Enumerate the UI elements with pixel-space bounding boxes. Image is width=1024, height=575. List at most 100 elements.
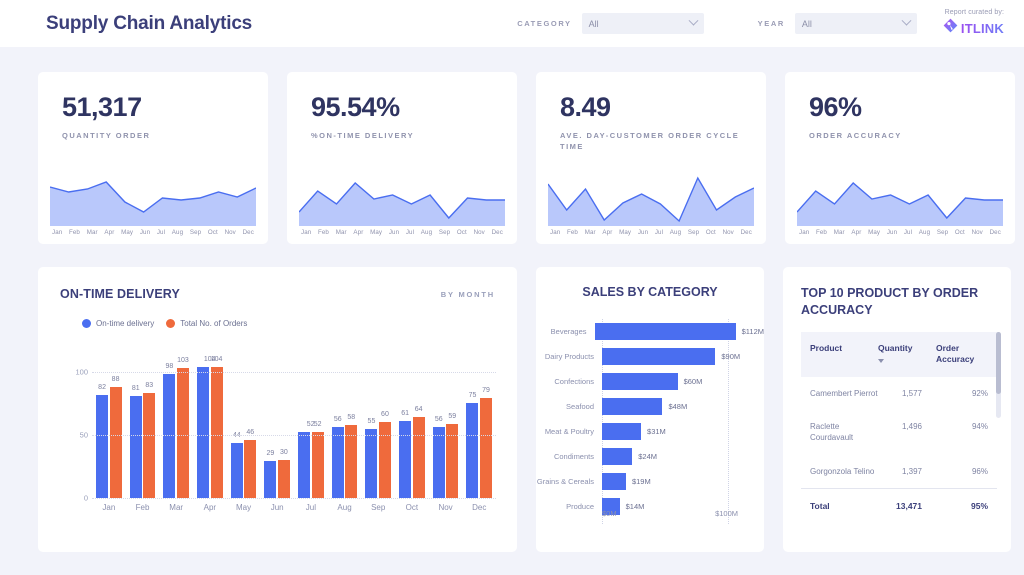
bar-on-time-delivery[interactable]: 52 bbox=[298, 421, 315, 498]
bar-on-time-delivery[interactable]: 29 bbox=[264, 450, 277, 498]
bar-total-orders[interactable]: 88 bbox=[109, 376, 122, 498]
x-tick-label: Aug bbox=[337, 503, 352, 512]
bar-on-time-delivery[interactable]: 55 bbox=[365, 418, 378, 498]
month-label: Apr bbox=[602, 229, 613, 236]
bar-group[interactable]: 29 30 bbox=[260, 353, 294, 498]
sales-category-row[interactable]: Beverages $112M bbox=[536, 319, 764, 344]
category-value-label: $112M bbox=[741, 327, 764, 336]
month-label: Oct bbox=[456, 229, 467, 236]
month-label: Sep bbox=[189, 229, 202, 236]
bar-group[interactable]: 56 58 bbox=[328, 353, 362, 498]
category-label: Confections bbox=[554, 377, 594, 386]
category-bar[interactable] bbox=[602, 423, 642, 440]
sales-category-row[interactable]: Meat & Poultry $31M bbox=[536, 419, 764, 444]
sales-by-category-card: SALES BY CATEGORY Beverages $112M Dairy Pr… bbox=[536, 267, 764, 552]
sparkline-on-time-delivery: Jan Feb Mar Apr May Jun Jul Aug Sep Oct Nov Dec bbox=[299, 170, 505, 236]
month-label: May bbox=[370, 229, 383, 236]
bar-group[interactable]: 55 60 bbox=[361, 353, 395, 498]
table-row[interactable]: Raclette Courdavault 1,496 94% bbox=[801, 410, 997, 454]
bar-value-label: 104 bbox=[210, 355, 223, 363]
bar-total-orders[interactable]: 83 bbox=[143, 382, 156, 498]
bar-group[interactable]: 104 104 bbox=[193, 353, 227, 498]
bar-on-time-delivery[interactable]: 98 bbox=[163, 363, 176, 498]
year-select[interactable]: All bbox=[794, 13, 917, 34]
bar-total-orders[interactable]: 52 bbox=[311, 421, 324, 498]
sparkline-month-labels: Jan Feb Mar Apr May Jun Jul Aug Sep Oct Nov Dec bbox=[797, 226, 1003, 236]
bar-group[interactable]: 44 46 bbox=[227, 353, 261, 498]
bar-total-orders[interactable]: 64 bbox=[412, 406, 425, 498]
table-row[interactable]: Camembert Pierrot 1,577 92% bbox=[801, 377, 997, 410]
legend-item-on-time-delivery[interactable]: On-time delivery bbox=[82, 319, 154, 328]
category-bar[interactable] bbox=[602, 448, 633, 465]
table-scrollbar-thumb[interactable] bbox=[996, 332, 1001, 394]
category-bar[interactable] bbox=[602, 373, 678, 390]
bar-on-time-delivery[interactable]: 75 bbox=[466, 392, 479, 498]
table-row[interactable]: Gorgonzola Telino 1,397 96% bbox=[801, 455, 997, 488]
bar-on-time-delivery[interactable]: 61 bbox=[399, 410, 412, 498]
bar-group[interactable]: 82 88 bbox=[92, 353, 126, 498]
product-cell: Gorgonzola Telino bbox=[810, 466, 875, 476]
column-header-quantity[interactable]: Quantity bbox=[878, 343, 936, 366]
bar-group[interactable]: 61 64 bbox=[395, 353, 429, 498]
bar-total-orders[interactable]: 46 bbox=[244, 429, 257, 498]
sales-category-row[interactable]: Dairy Products $90M bbox=[536, 344, 764, 369]
month-label: Jun bbox=[139, 229, 151, 236]
bar-on-time-delivery[interactable]: 56 bbox=[432, 416, 445, 498]
category-bar[interactable] bbox=[602, 398, 663, 415]
bar-total-orders[interactable]: 103 bbox=[176, 357, 189, 498]
bar-on-time-delivery[interactable]: 44 bbox=[230, 432, 243, 498]
bar-group[interactable]: 81 83 bbox=[126, 353, 160, 498]
kpi-label: ORDER ACCURACY bbox=[809, 131, 902, 140]
bar-total-orders[interactable]: 60 bbox=[378, 411, 391, 498]
column-header-order-accuracy[interactable]: Order Accuracy bbox=[936, 343, 988, 366]
accuracy-cell: 96% bbox=[971, 466, 988, 476]
x-tick-label: May bbox=[235, 503, 252, 512]
bar-on-time-delivery[interactable]: 104 bbox=[197, 356, 216, 498]
category-label: Dairy Products bbox=[544, 352, 594, 361]
bar-value-label: 83 bbox=[145, 382, 154, 390]
kpi-label: %ON-TIME DELIVERY bbox=[311, 131, 415, 140]
app-header: Supply Chain Analytics CATEGORY All YEAR… bbox=[0, 0, 1024, 47]
month-label: Feb bbox=[567, 229, 578, 236]
month-label: Jul bbox=[654, 229, 664, 236]
month-label: Jan bbox=[550, 229, 561, 236]
category-select[interactable]: All bbox=[581, 13, 704, 34]
sales-category-row[interactable]: Seafood $48M bbox=[536, 394, 764, 419]
bar-on-time-delivery[interactable]: 56 bbox=[331, 416, 344, 498]
category-bar[interactable] bbox=[602, 473, 626, 490]
sort-descending-caret-icon[interactable] bbox=[878, 359, 884, 364]
legend-item-total-orders[interactable]: Total No. of Orders bbox=[166, 319, 247, 328]
bar-group[interactable]: 52 52 bbox=[294, 353, 328, 498]
sales-category-row[interactable]: Grains & Cereals $19M bbox=[536, 469, 764, 494]
bar-on-time-delivery[interactable]: 81 bbox=[129, 385, 142, 498]
bar-total-orders[interactable]: 79 bbox=[479, 387, 492, 498]
category-bar[interactable] bbox=[602, 348, 716, 365]
kpi-value: 96% bbox=[809, 92, 862, 122]
sales-category-row[interactable]: Condiments $24M bbox=[536, 444, 764, 469]
month-label: Jul bbox=[903, 229, 913, 236]
month-label: Mar bbox=[86, 229, 98, 236]
chart-subtitle: BY MONTH bbox=[440, 289, 495, 299]
bar-value-label: 60 bbox=[381, 411, 389, 419]
category-label: Meat & Poultry bbox=[544, 427, 594, 436]
bar-group[interactable]: 98 103 bbox=[159, 353, 193, 498]
sales-category-row[interactable]: Confections $60M bbox=[536, 369, 764, 394]
kpi-card-quantity-order: 51,317 QUANTITY ORDER Jan Feb Mar Apr May Jun… bbox=[38, 72, 268, 244]
bar-total-orders[interactable]: 104 bbox=[210, 356, 223, 498]
legend-dot-icon bbox=[166, 319, 176, 328]
bar-group[interactable]: 56 59 bbox=[429, 353, 463, 498]
kpi-label: QUANTITY ORDER bbox=[62, 131, 151, 140]
category-label: Seafood bbox=[566, 402, 594, 411]
sparkline-quantity-order: Jan Feb Mar Apr May Jun Jul Aug Sep Oct Nov Dec bbox=[50, 170, 256, 236]
bar-group[interactable]: 75 79 bbox=[462, 353, 496, 498]
bar-value-label: 79 bbox=[482, 387, 490, 395]
y-tick-label: 100 bbox=[75, 367, 88, 377]
category-bar[interactable] bbox=[594, 323, 736, 340]
table-scrollbar[interactable] bbox=[996, 332, 1001, 418]
bar-total-orders[interactable]: 30 bbox=[277, 449, 290, 498]
column-header-product[interactable]: Product bbox=[810, 343, 878, 366]
month-label: Jun bbox=[637, 229, 649, 236]
bar-on-time-delivery[interactable]: 82 bbox=[96, 384, 109, 498]
month-label: Jan bbox=[301, 229, 312, 236]
bar-value-label: 59 bbox=[448, 412, 457, 420]
